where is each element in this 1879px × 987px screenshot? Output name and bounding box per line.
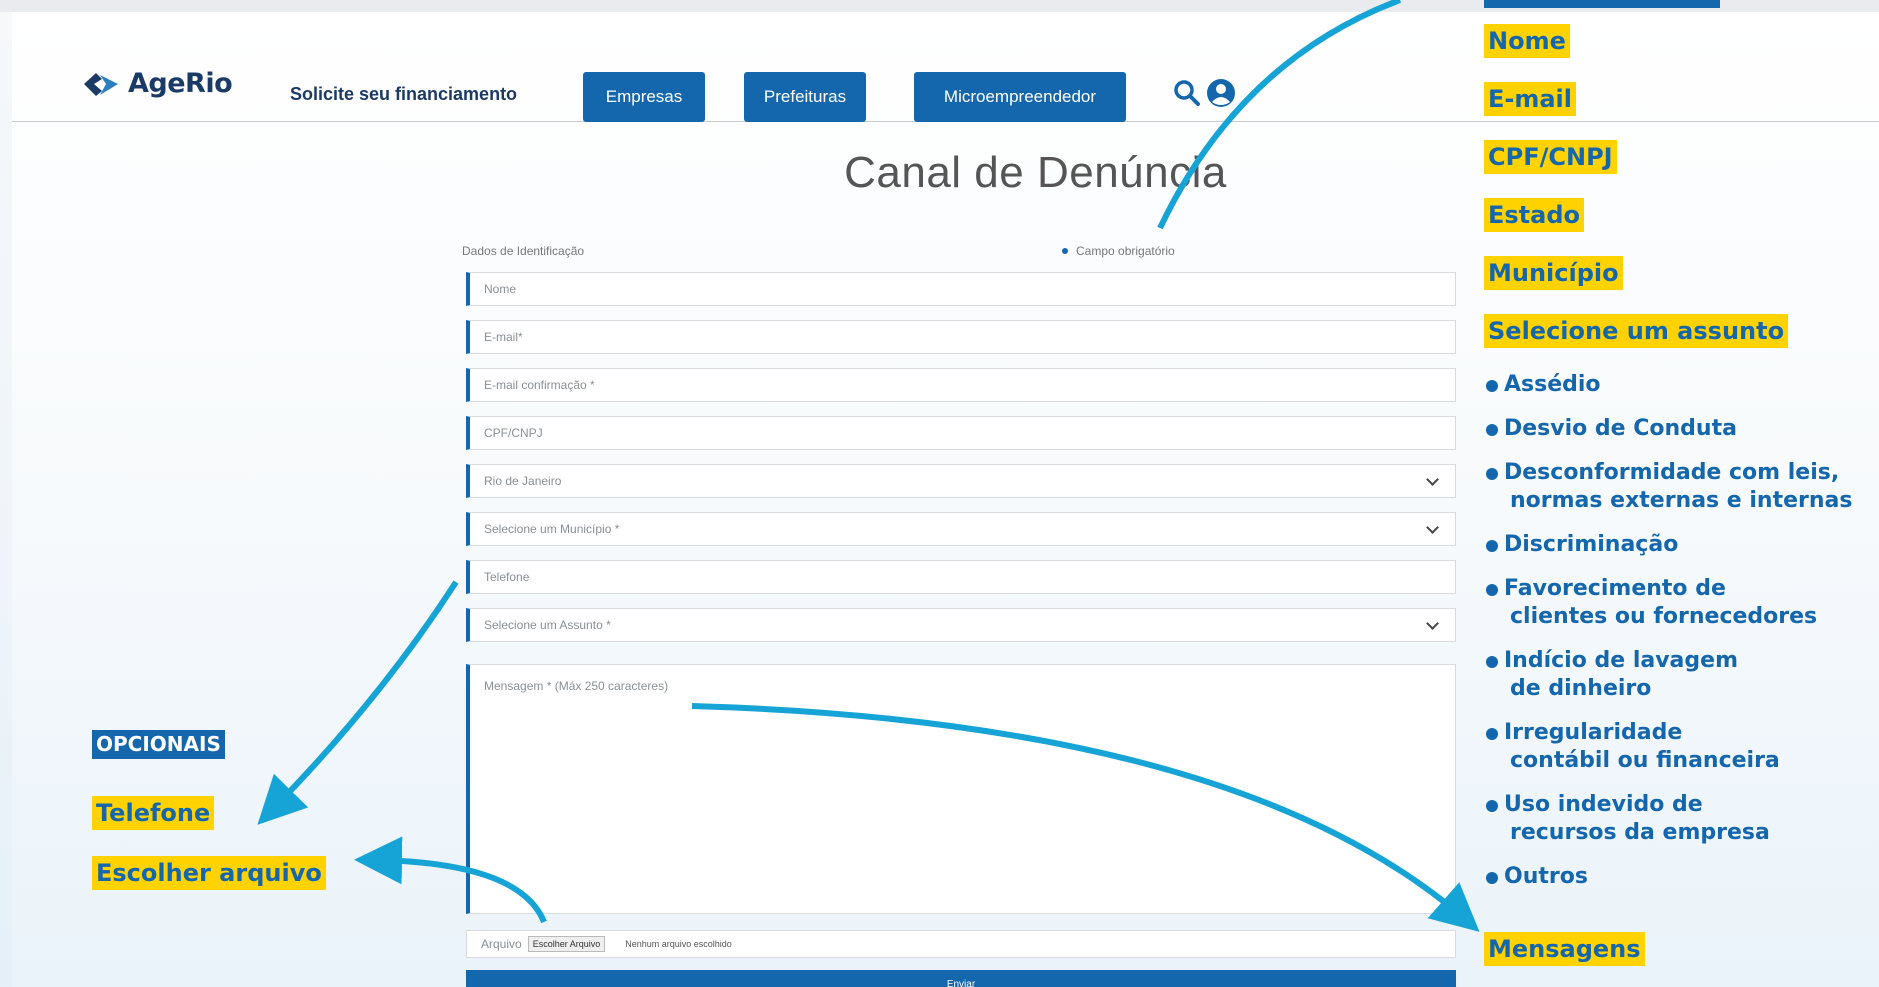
arrow-mensagens: [691, 703, 1480, 932]
callout-arrows: [257, 0, 1480, 932]
arrow-arquivo: [354, 836, 547, 924]
arrow-required: [1157, 0, 1402, 230]
arrow-telefone: [257, 580, 459, 825]
